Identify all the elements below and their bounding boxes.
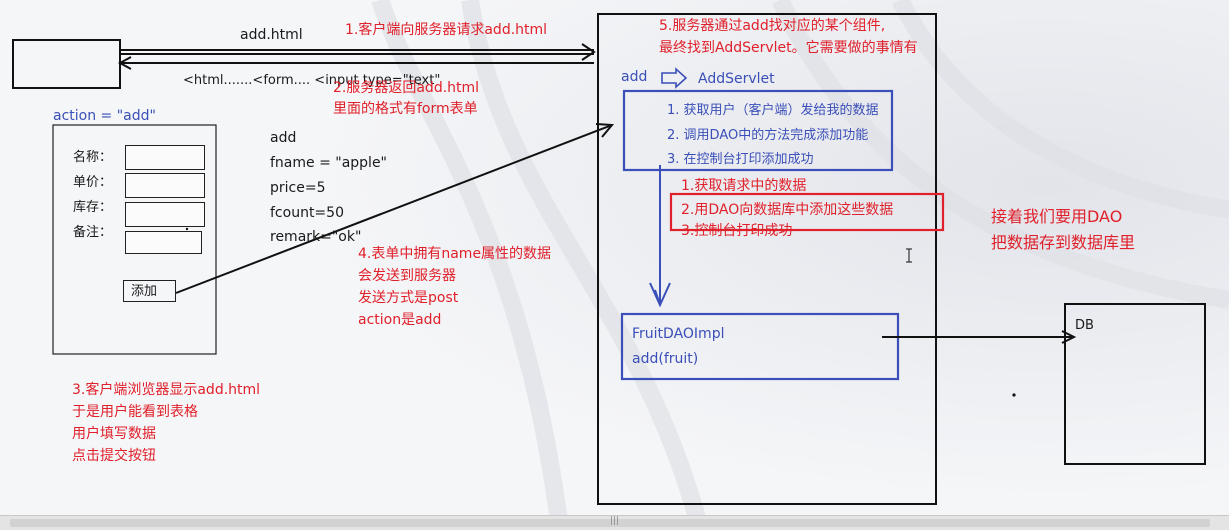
action-label: action = "add" [53,108,156,124]
step4-line4: action是add [358,312,442,328]
step4-line1: 4.表单中拥有name属性的数据 [358,246,552,262]
red-step-2: 2.用DAO向数据库中添加这些数据 [681,202,894,218]
servlet-step-2: 2. 调用DAO中的方法完成添加功能 [667,128,869,143]
field-label-remark: 备注： [73,225,113,240]
step4-line2: 会发送到服务器 [358,268,456,284]
step3-line1: 3.客户端浏览器显示add.html [72,382,261,398]
scrollbar-grip: ||| [610,516,620,526]
name-input[interactable] [125,145,205,170]
submit-button[interactable]: 添加 [123,280,176,302]
db-label: DB [1075,318,1094,333]
step5-line2: 最终找到AddServlet。它需要做的事情有 [659,40,918,56]
step5-line1: 5.服务器通过add找对应的某个组件, [659,18,886,34]
dao-class-label: FruitDAOImpl [632,326,725,342]
red-step-1: 1.获取请求中的数据 [681,178,807,194]
form-data-fcount: fcount=50 [270,205,344,221]
field-label-price: 单价： [73,175,113,190]
field-label-name: 名称： [73,150,113,165]
form-data-fname: fname = "apple" [270,155,387,171]
submit-button-label: 添加 [131,284,158,299]
form-data-action: add [270,130,297,146]
field-label-stock: 库存： [73,200,113,215]
right-note-line1: 接着我们要用DAO [991,207,1123,226]
horizontal-scrollbar[interactable]: ||| [0,515,1229,530]
servlet-step-1: 1. 获取用户（客户端）发给我的数据 [667,103,879,118]
step3-line3: 用户填写数据 [72,426,156,442]
stock-input[interactable] [125,202,205,227]
form-data-remark: remark="ok" [270,229,362,245]
right-note-line2: 把数据存到数据库里 [991,233,1136,252]
step2-note-line1: 2.服务器返回add.html [333,80,480,96]
step2-note-line2: 里面的格式有form表单 [333,101,478,117]
step3-line2: 于是用户能看到表格 [72,404,198,420]
servlet-step-3: 3. 在控制台打印添加成功 [667,152,814,167]
form-data-price: price=5 [270,180,326,196]
request-url-label: add.html [240,27,303,43]
mapping-to: AddServlet [698,71,775,87]
step4-line3: 发送方式是post [358,290,459,306]
mapping-from: add [621,69,648,85]
step1-note: 1.客户端向服务器请求add.html [345,22,548,38]
red-step-3: 3.控制台打印成功 [681,223,793,239]
price-input[interactable] [125,173,205,198]
remark-input[interactable] [125,231,202,254]
step3-line4: 点击提交按钮 [72,448,156,464]
dao-method-label: add(fruit) [632,351,699,367]
